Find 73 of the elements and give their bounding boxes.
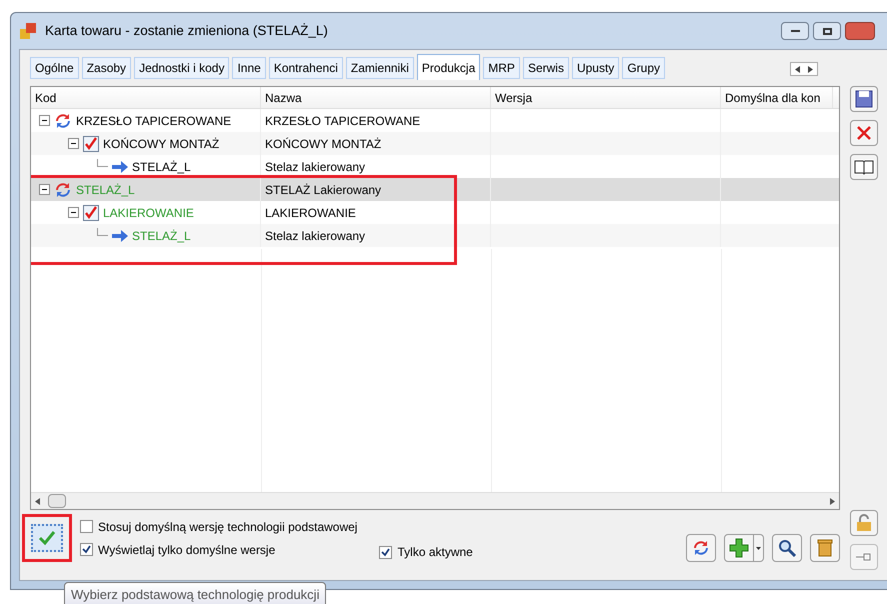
tab-scroll-arrows-icon[interactable] — [790, 62, 818, 76]
horizontal-scrollbar[interactable] — [31, 492, 839, 509]
search-icon — [778, 539, 796, 557]
tooltip: Wybierz podstawową technologię produkcji — [64, 582, 326, 604]
checkmark-box-icon — [83, 136, 99, 152]
tree-item-code[interactable]: KOŃCOWY MONTAŻ — [103, 134, 220, 152]
pin-icon — [856, 552, 872, 562]
tree-line — [97, 228, 108, 236]
collapse-toggle-icon[interactable] — [68, 207, 79, 218]
select-technology-button[interactable] — [31, 524, 63, 552]
scrollbar-thumb[interactable] — [48, 494, 66, 508]
tab[interactable]: Produkcja — [416, 54, 480, 80]
table-row[interactable]: STELAŻ_L Stelaz lakierowany — [31, 224, 839, 247]
padlock-icon — [856, 514, 872, 532]
tab[interactable]: Zamienniki — [346, 57, 414, 79]
tab[interactable]: MRP — [483, 57, 520, 79]
table-cell: Stelaz lakierowany — [261, 224, 491, 247]
tab[interactable]: Ogólne — [30, 57, 79, 79]
checkbox-label: Stosuj domyślną wersję technologii podstawowej — [98, 518, 358, 536]
open-book-icon — [854, 159, 874, 175]
column-header[interactable]: Domyślna dla kon — [721, 87, 833, 108]
column-header[interactable]: Wersja — [491, 87, 721, 108]
book-button[interactable] — [850, 154, 878, 180]
checkbox-label: Wyświetlaj tylko domyślne wersje — [98, 542, 276, 558]
collapse-toggle-icon[interactable] — [39, 115, 50, 126]
checkmark-box-icon — [83, 204, 99, 220]
right-arrow-icon — [112, 160, 128, 172]
collapse-toggle-icon[interactable] — [39, 184, 50, 195]
table-row[interactable]: KOŃCOWY MONTAŻ KOŃCOWY MONTAŻ — [31, 132, 839, 155]
tree-item-code[interactable]: LAKIEROWANIE — [103, 204, 194, 222]
plus-icon — [729, 538, 749, 558]
caret-icon — [756, 546, 761, 550]
right-arrow-icon[interactable] — [830, 498, 835, 504]
tab[interactable]: Serwis — [522, 57, 569, 79]
save-button[interactable] — [850, 86, 878, 112]
tab[interactable]: Zasoby — [82, 57, 132, 79]
window-title: Karta towaru - zostanie zmieniona (STELAŻ_L) — [45, 22, 328, 40]
table-row[interactable]: STELAŻ_L STELAŻ Lakierowany — [31, 178, 839, 201]
tab[interactable]: Jednostki i kody — [134, 57, 230, 79]
checkbox[interactable] — [80, 543, 93, 556]
column-header[interactable]: Kod — [31, 87, 261, 108]
collapse-toggle-icon[interactable] — [68, 138, 79, 149]
tree-line — [97, 158, 108, 166]
checkmark-icon — [38, 530, 56, 546]
checkbox-label: Tylko aktywne — [397, 544, 473, 561]
refresh-arrows-icon — [54, 112, 72, 128]
tree-item-code[interactable]: KRZESŁO TAPICEROWANE — [76, 112, 232, 130]
checkbox[interactable] — [80, 520, 93, 533]
tab[interactable]: Kontrahenci — [268, 57, 343, 79]
minimize-button[interactable] — [781, 22, 809, 40]
cancel-button[interactable] — [850, 120, 878, 146]
refresh-button[interactable] — [686, 534, 716, 562]
tree-item-code[interactable]: STELAŻ_L — [132, 158, 191, 176]
app-icon — [19, 22, 37, 40]
add-button[interactable] — [724, 534, 754, 562]
tab[interactable]: Upusty — [572, 57, 620, 79]
refresh-arrows-icon — [692, 540, 710, 556]
restore-button[interactable] — [813, 22, 841, 40]
dropdown-button[interactable] — [754, 534, 764, 562]
right-arrow-icon — [112, 230, 128, 242]
trash-icon — [817, 539, 833, 557]
refresh-arrows-icon — [54, 182, 72, 198]
lock-button[interactable] — [850, 510, 878, 536]
checkbox[interactable] — [379, 546, 392, 558]
left-arrow-icon[interactable] — [35, 498, 40, 504]
close-button[interactable] — [845, 22, 875, 40]
delete-button[interactable] — [810, 534, 840, 562]
tab[interactable]: Grupy — [622, 57, 665, 79]
pin-button[interactable] — [850, 544, 878, 570]
close-icon — [856, 125, 872, 141]
tab[interactable]: Inne — [232, 57, 266, 79]
column-header[interactable]: Nazwa — [261, 87, 491, 108]
search-button[interactable] — [772, 534, 802, 562]
